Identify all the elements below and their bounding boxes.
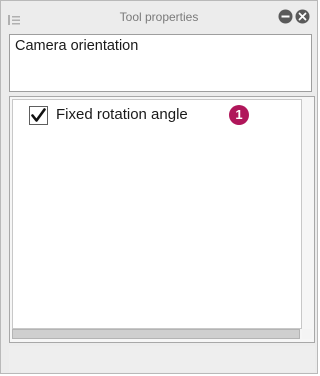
title-bar[interactable]: Tool properties bbox=[1, 1, 317, 31]
close-icon[interactable] bbox=[295, 9, 310, 24]
tool-name-panel: Camera orientation bbox=[9, 34, 312, 92]
tool-name: Camera orientation bbox=[15, 38, 139, 54]
properties-list: Fixed rotation angle 1 bbox=[12, 99, 302, 329]
minimize-icon[interactable] bbox=[278, 9, 293, 24]
fixed-rotation-angle-checkbox[interactable] bbox=[29, 106, 48, 125]
bottom-area bbox=[9, 346, 315, 372]
scroll-corner bbox=[302, 329, 312, 339]
fixed-rotation-angle-label: Fixed rotation angle bbox=[56, 106, 188, 123]
callout-badge: 1 bbox=[229, 105, 249, 125]
tool-properties-window: Tool properties Camera orientation Fixed… bbox=[0, 0, 318, 374]
properties-panel: Fixed rotation angle 1 bbox=[9, 96, 315, 343]
horizontal-scrollbar[interactable] bbox=[12, 329, 300, 339]
window-title: Tool properties bbox=[119, 10, 199, 24]
